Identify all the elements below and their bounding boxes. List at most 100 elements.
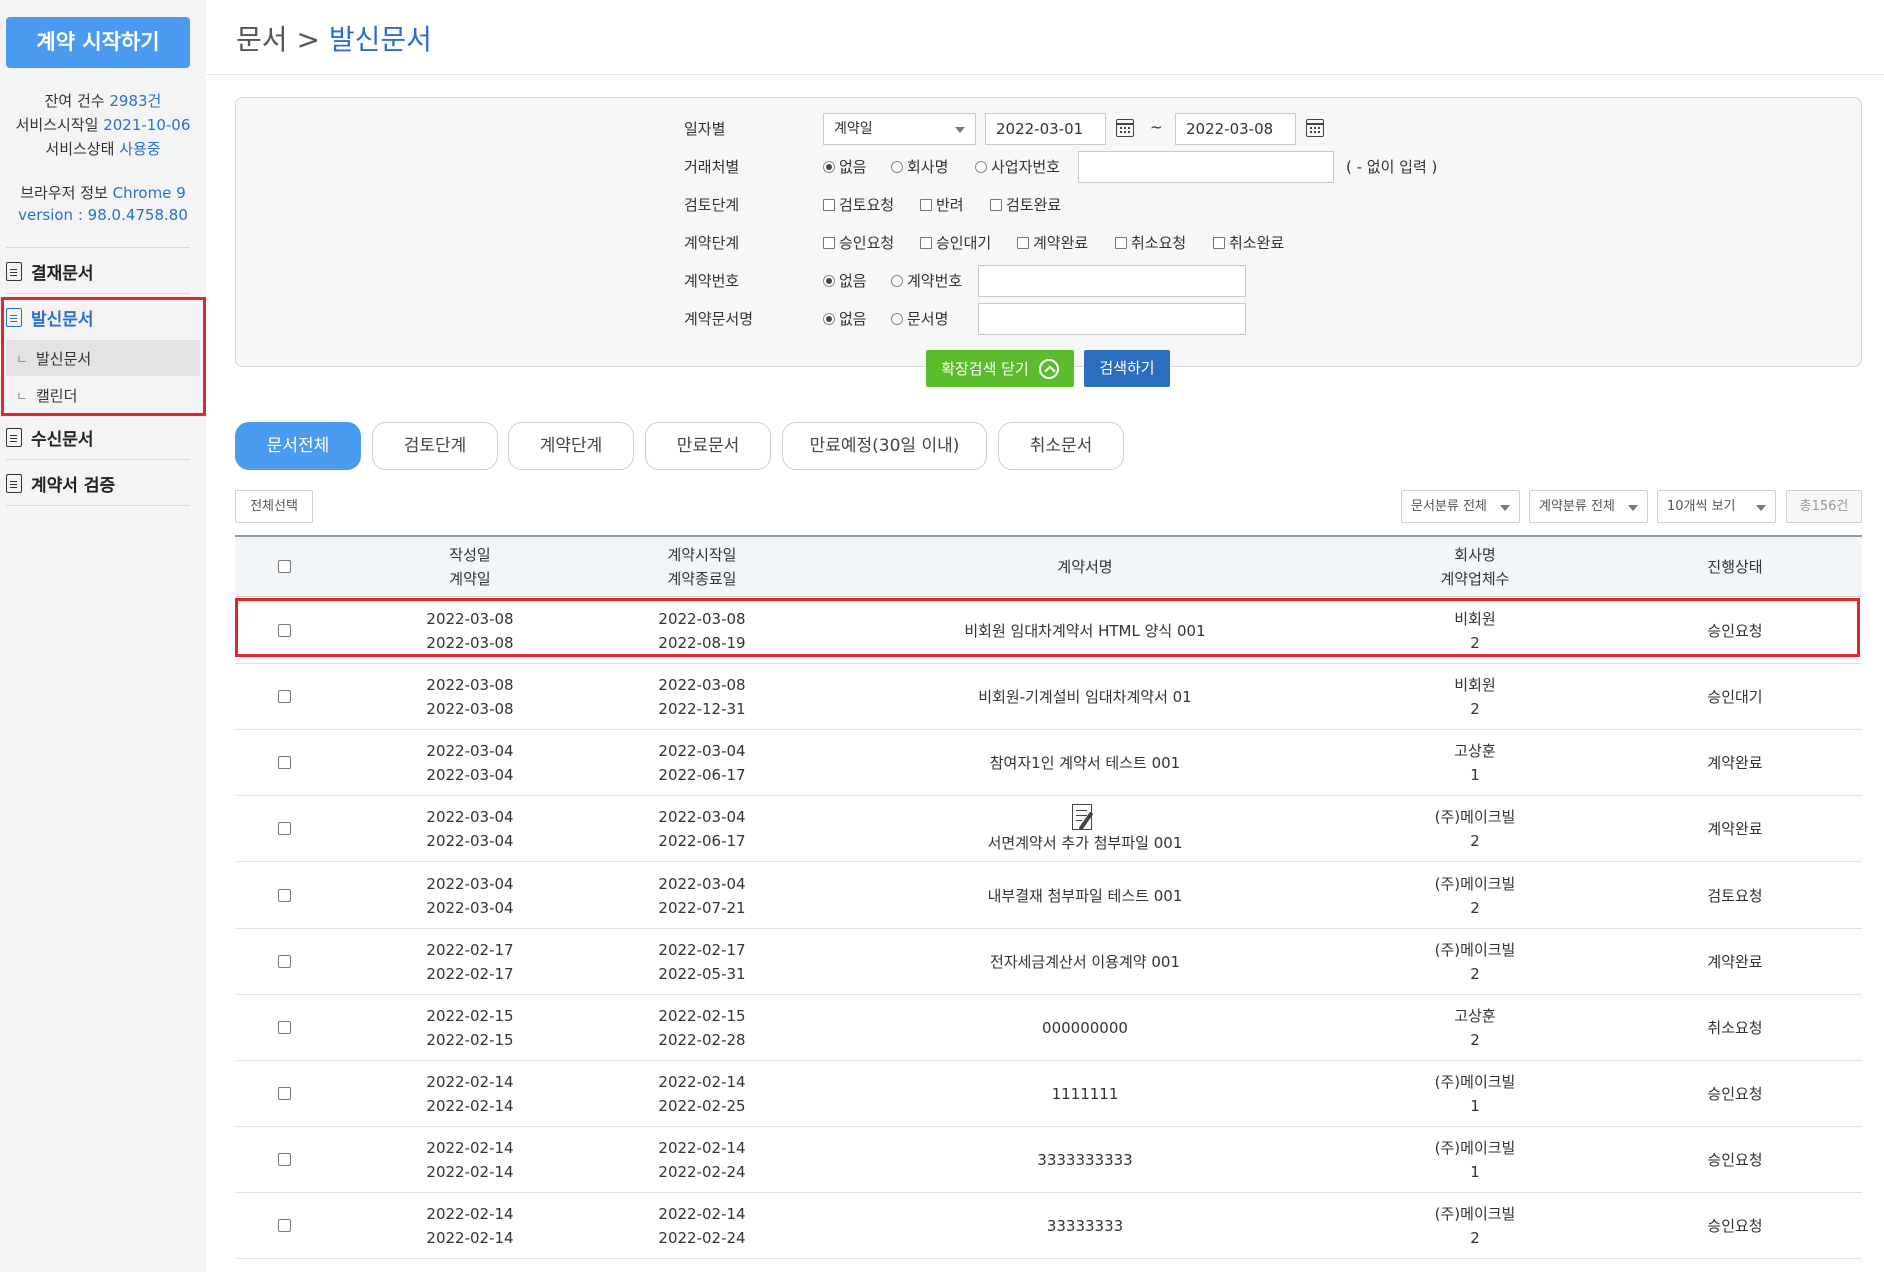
row-checkbox[interactable] xyxy=(278,756,291,769)
contract-option-cancel-request[interactable]: 취소요청 xyxy=(1115,232,1186,253)
table-row[interactable]: 2022-02-17 2022-02-17 2022-02-17 2022-05-31… xyxy=(235,929,1862,995)
checkbox[interactable] xyxy=(1213,236,1225,249)
row-checkbox[interactable] xyxy=(278,1219,291,1232)
date-type-select[interactable]: 계약일 xyxy=(823,113,976,145)
row-checkbox[interactable] xyxy=(278,1087,291,1100)
start-contract-button[interactable]: 계약 시작하기 xyxy=(6,17,190,68)
contract-name[interactable]: 내부결재 첨부파일 테스트 001 xyxy=(988,884,1183,908)
breadcrumb-root[interactable]: 문서 xyxy=(236,23,288,56)
table-row[interactable]: 2022-03-08 2022-03-08 2022-03-08 2022-12-31… xyxy=(235,664,1862,730)
row-checkbox[interactable] xyxy=(278,822,291,835)
tab-review-stage[interactable]: 검토단계 xyxy=(372,422,498,470)
radio-checked[interactable] xyxy=(823,274,835,287)
contract-name[interactable]: 33333333 xyxy=(1047,1214,1123,1238)
tab-cancelled-docs[interactable]: 취소문서 xyxy=(998,422,1124,470)
row-checkbox[interactable] xyxy=(278,690,291,703)
row-checkbox[interactable] xyxy=(278,889,291,902)
radio-checked[interactable] xyxy=(823,160,835,173)
cell-contract-name[interactable]: 참여자1인 계약서 테스트 001 xyxy=(855,730,1315,795)
select-all-button[interactable]: 전체선택 xyxy=(235,490,313,523)
menu-received-docs[interactable]: 수신문서 xyxy=(6,419,190,455)
checkbox[interactable] xyxy=(823,236,835,249)
table-row[interactable]: 2022-03-04 2022-03-04 2022-03-04 2022-07-21… xyxy=(235,863,1862,929)
table-row[interactable]: 2022-02-14 2022-02-14 2022-02-14 2022-02-25… xyxy=(235,1061,1862,1127)
cell-contract-name[interactable]: 3333333333 xyxy=(855,1127,1315,1192)
breadcrumb: 문서 > 발신문서 xyxy=(236,18,432,58)
cell-status: 승인요청 xyxy=(1635,1193,1835,1258)
radio-checked[interactable] xyxy=(823,312,835,325)
table-row[interactable]: 2022-03-04 2022-03-04 2022-03-04 2022-06-17… xyxy=(235,730,1862,796)
status-text: 계약완료 xyxy=(1707,753,1763,772)
contract-option-complete[interactable]: 계약완료 xyxy=(1017,232,1088,253)
checkbox[interactable] xyxy=(920,236,932,249)
collapse-search-button[interactable]: 확장검색 닫기 xyxy=(926,350,1074,387)
menu-contract-verify[interactable]: 계약서 검증 xyxy=(6,465,190,501)
cell-contract-name[interactable]: 1111111 xyxy=(855,1061,1315,1126)
tab-expired-docs[interactable]: 만료문서 xyxy=(645,422,771,470)
row-checkbox[interactable] xyxy=(278,955,291,968)
table-row[interactable]: 2022-03-04 2022-03-04 2022-03-04 2022-06-17… xyxy=(235,796,1862,862)
row-checkbox[interactable] xyxy=(278,1153,291,1166)
cell-status: 검토요청 xyxy=(1635,863,1835,928)
cell-contract-name[interactable]: 33333333 xyxy=(855,1193,1315,1258)
checkbox[interactable] xyxy=(920,198,932,211)
calendar-icon[interactable] xyxy=(1115,119,1134,137)
radio[interactable] xyxy=(975,160,987,173)
status-text: 계약완료 xyxy=(1707,819,1763,838)
remaining-value: 2983건 xyxy=(109,92,162,110)
cell-contract-name[interactable]: 000000000 xyxy=(855,995,1315,1060)
checkbox[interactable] xyxy=(1017,236,1029,249)
partner-option-company[interactable]: 회사명 xyxy=(891,156,948,177)
review-option-done[interactable]: 검토완료 xyxy=(990,194,1061,215)
tab-contract-stage[interactable]: 계약단계 xyxy=(508,422,634,470)
cell-contract-name[interactable]: 내부결재 첨부파일 테스트 001 xyxy=(855,863,1315,928)
document-name-input[interactable] xyxy=(978,303,1246,335)
doc-category-select[interactable]: 문서분류 전체 xyxy=(1401,490,1520,523)
docname-option-none[interactable]: 없음 xyxy=(823,308,867,329)
menu-approval-docs[interactable]: 결재문서 xyxy=(6,253,190,289)
checkbox[interactable] xyxy=(990,198,1002,211)
contract-option-cancel-done[interactable]: 취소완료 xyxy=(1213,232,1284,253)
review-option-request[interactable]: 검토요청 xyxy=(823,194,894,215)
contract-name[interactable]: 참여자1인 계약서 테스트 001 xyxy=(990,751,1180,775)
table-row[interactable]: 2022-02-14 2022-02-14 2022-02-14 2022-02-24… xyxy=(235,1193,1862,1259)
contract-option-approval-wait[interactable]: 승인대기 xyxy=(920,232,991,253)
number-option-none[interactable]: 없음 xyxy=(823,270,867,291)
contract-number-input[interactable] xyxy=(978,265,1246,297)
docname-option-name[interactable]: 문서명 xyxy=(891,308,948,329)
contract-name[interactable]: 000000000 xyxy=(1042,1016,1128,1040)
partner-option-bizno[interactable]: 사업자번호 xyxy=(975,156,1060,177)
row-checkbox[interactable] xyxy=(278,1021,291,1034)
contract-name[interactable]: 3333333333 xyxy=(1037,1148,1132,1172)
table-row[interactable]: 2022-02-15 2022-02-15 2022-02-15 2022-02-28… xyxy=(235,995,1862,1061)
radio[interactable] xyxy=(891,274,903,287)
search-button[interactable]: 검색하기 xyxy=(1084,350,1170,387)
cell-contract-name[interactable]: 비회원-기계설비 임대차계약서 01 xyxy=(855,664,1315,729)
document-edit-icon[interactable] xyxy=(1070,803,1100,835)
partner-option-none[interactable]: 없음 xyxy=(823,156,867,177)
tab-all-docs[interactable]: 문서전체 xyxy=(235,422,361,470)
contract-name[interactable]: 비회원-기계설비 임대차계약서 01 xyxy=(978,685,1191,709)
checkbox[interactable] xyxy=(1115,236,1127,249)
table-row[interactable]: 2022-02-14 2022-02-14 2022-02-14 2022-02-24… xyxy=(235,1127,1862,1193)
radio[interactable] xyxy=(891,312,903,325)
page-size-select[interactable]: 10개씩 보기 xyxy=(1657,490,1776,523)
partner-input[interactable] xyxy=(1078,151,1334,183)
date-to-input[interactable]: 2022-03-08 xyxy=(1175,113,1296,145)
calendar-icon[interactable] xyxy=(1305,119,1324,137)
checkbox[interactable] xyxy=(823,198,835,211)
contract-name[interactable]: 1111111 xyxy=(1052,1082,1119,1106)
date-from-input[interactable]: 2022-03-01 xyxy=(985,113,1106,145)
cell-contract-name[interactable]: 서면계약서 추가 첨부파일 001 xyxy=(855,796,1315,861)
contract-category-select[interactable]: 계약분류 전체 xyxy=(1529,490,1648,523)
created-date: 2022-02-14 xyxy=(426,1138,514,1157)
tab-expiring-docs[interactable]: 만료예정(30일 이내) xyxy=(782,422,987,470)
contract-option-approval-request[interactable]: 승인요청 xyxy=(823,232,894,253)
review-option-reject[interactable]: 반려 xyxy=(920,194,964,215)
doc-category-value: 문서분류 전체 xyxy=(1411,499,1487,514)
select-all-checkbox[interactable] xyxy=(278,560,291,573)
radio[interactable] xyxy=(891,160,903,173)
number-option-number[interactable]: 계약번호 xyxy=(891,270,962,291)
cell-contract-name[interactable]: 전자세금계산서 이용계약 001 xyxy=(855,929,1315,994)
contract-name[interactable]: 전자세금계산서 이용계약 001 xyxy=(990,950,1180,974)
